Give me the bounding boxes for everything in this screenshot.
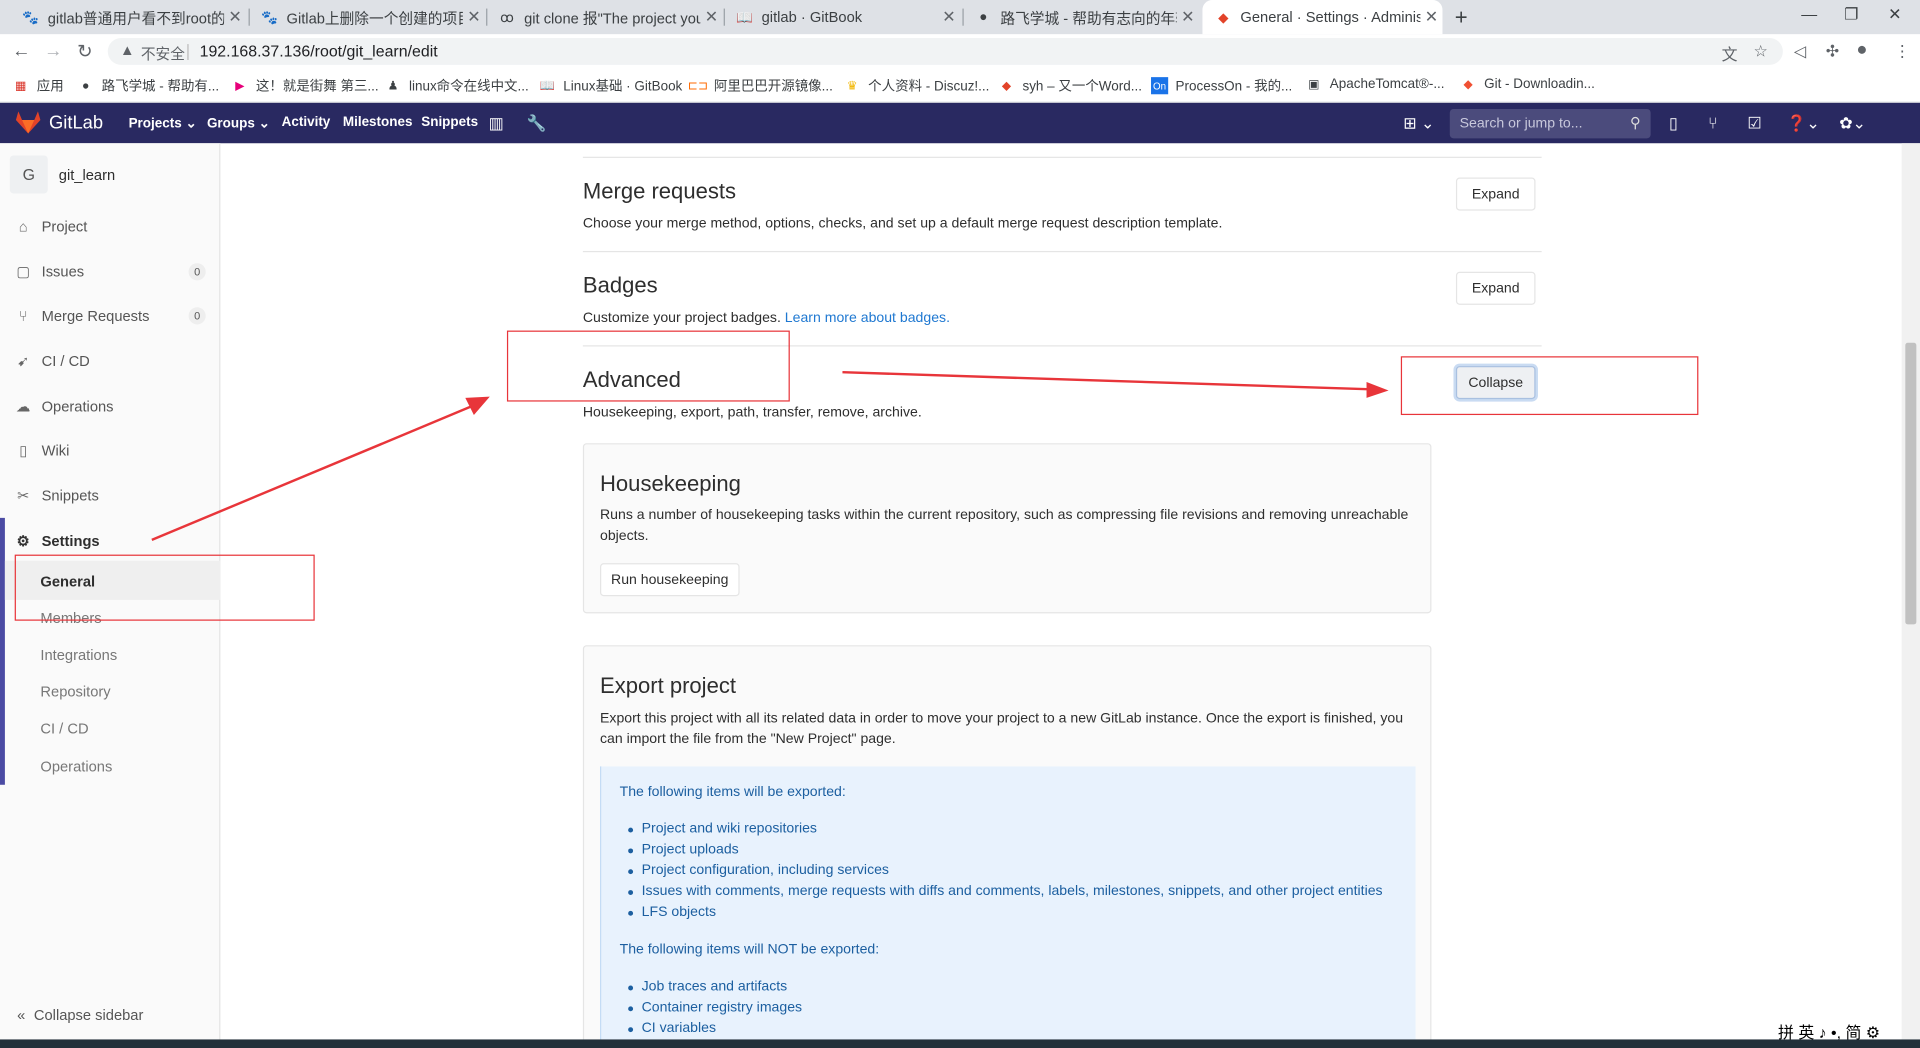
annotation-arrow-line <box>151 401 481 542</box>
annotation-arrowhead <box>1366 381 1389 398</box>
taskbar <box>0 1039 1920 1048</box>
annotation-arrows <box>151 370 1389 542</box>
annotation-arrow-line <box>842 370 1372 391</box>
annotation-arrowhead <box>465 396 490 416</box>
